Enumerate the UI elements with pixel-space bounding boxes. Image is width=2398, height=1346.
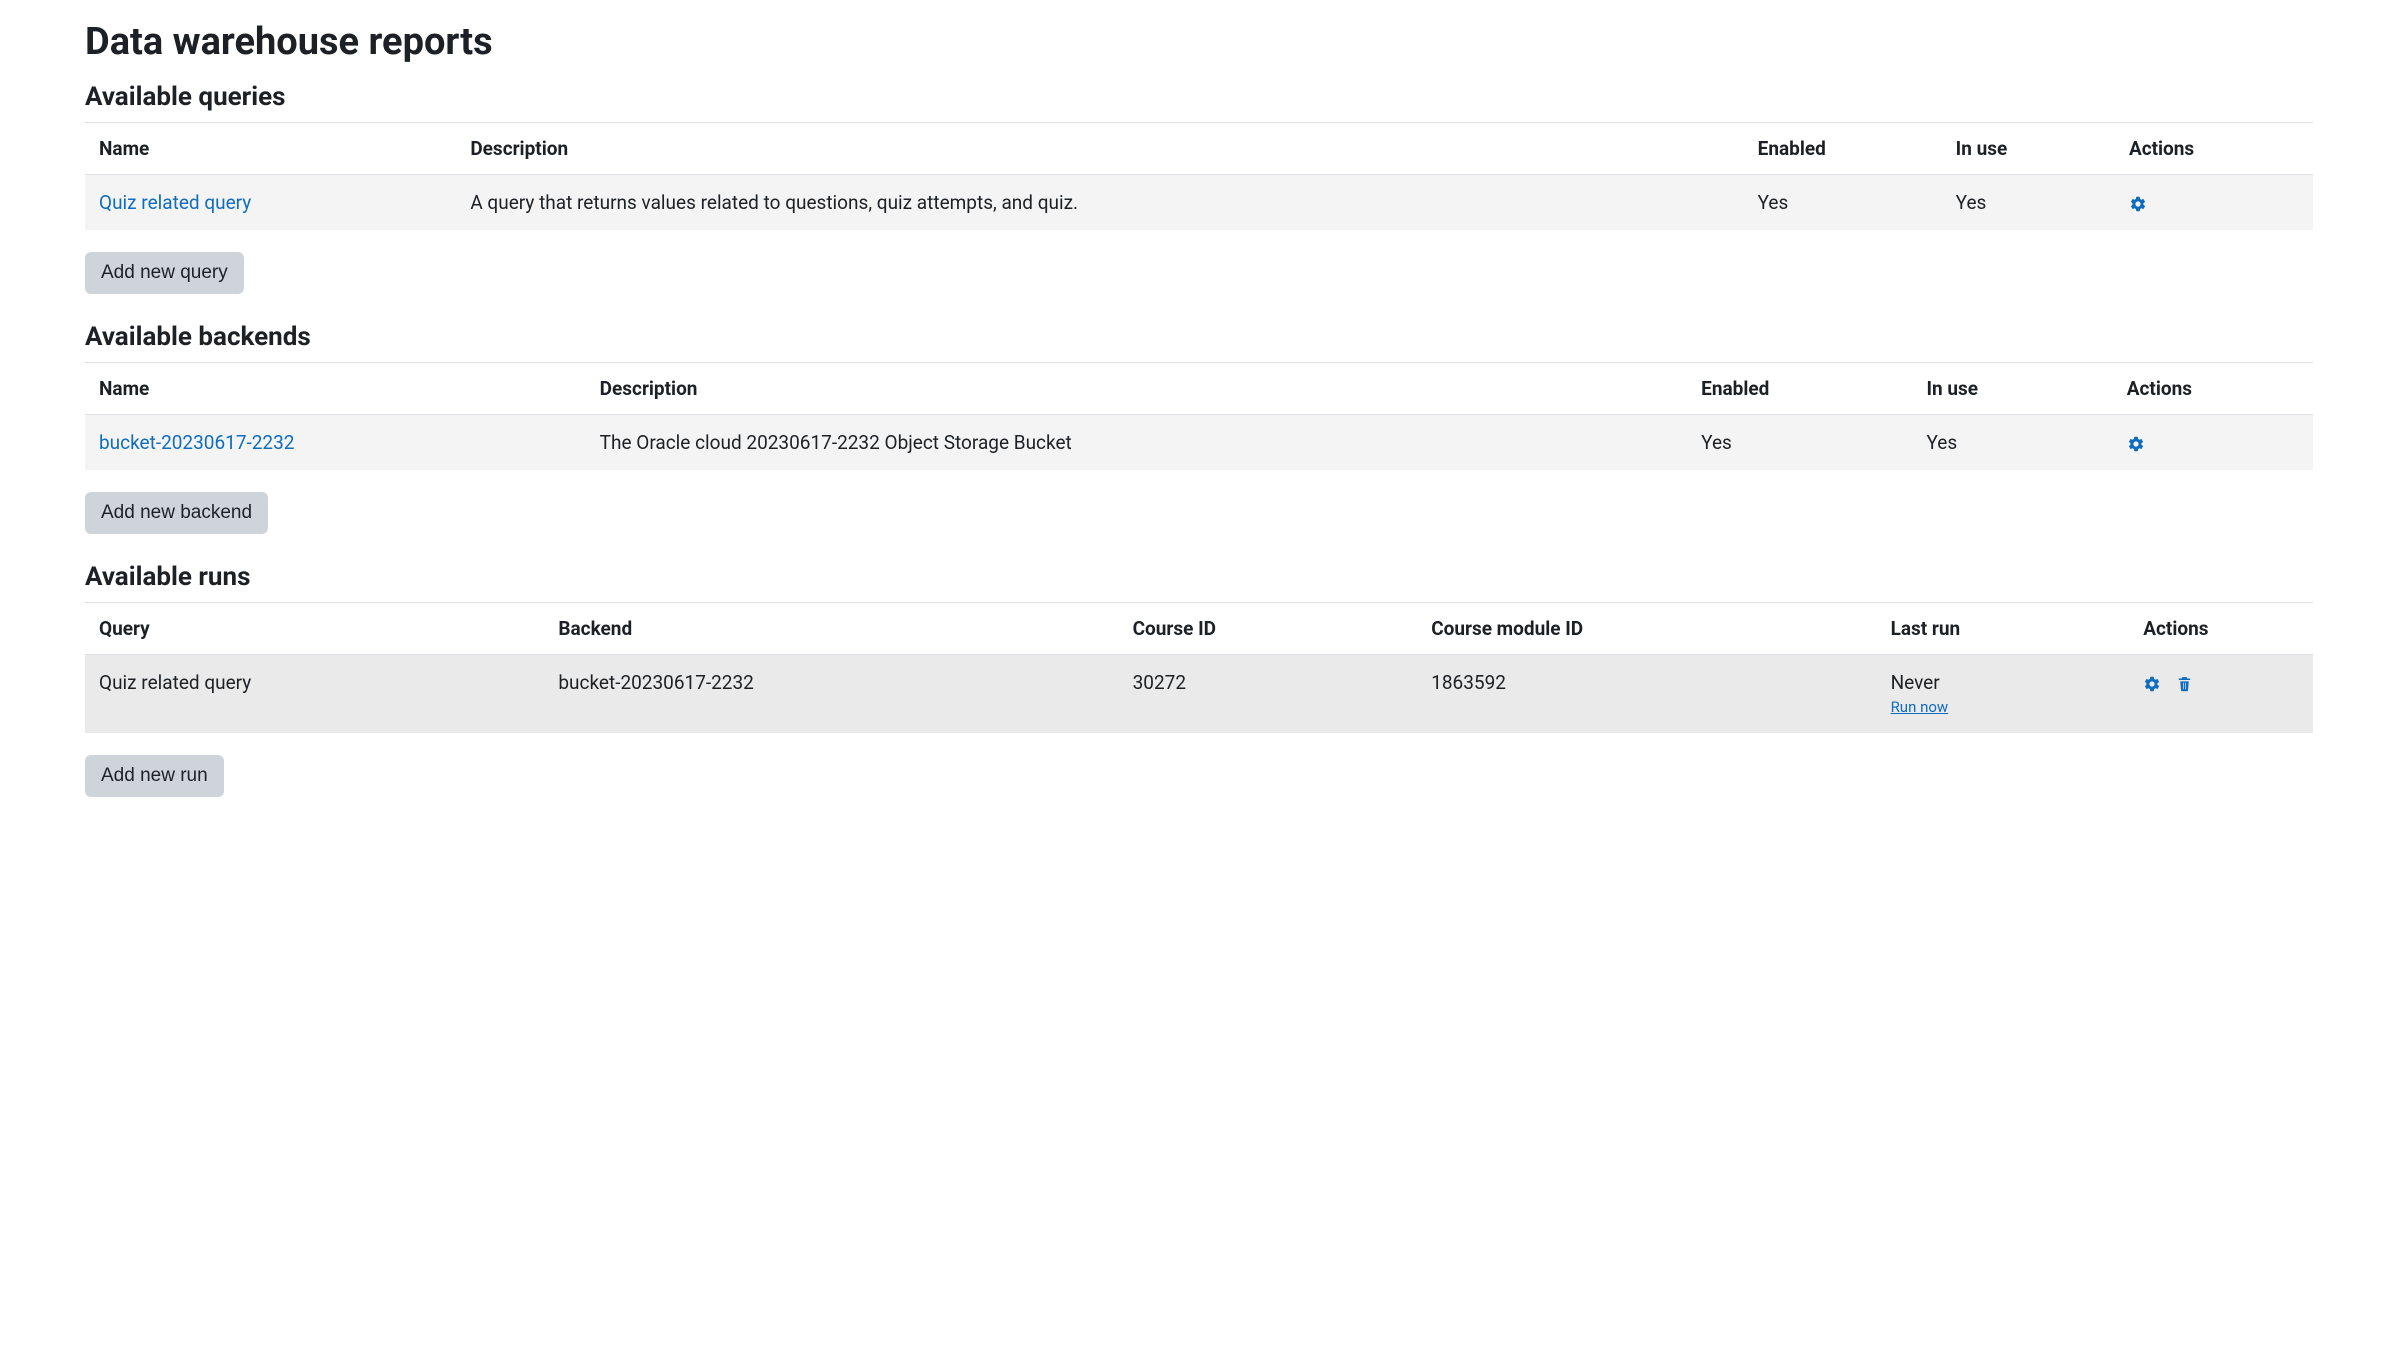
add-query-button[interactable]: Add new query <box>85 252 244 294</box>
backends-col-name: Name <box>85 363 586 415</box>
runs-col-actions: Actions <box>2129 603 2313 655</box>
runs-col-cmid: Course module ID <box>1417 603 1876 655</box>
backend-description: The Oracle cloud 20230617-2232 Object St… <box>586 415 1687 471</box>
add-backend-button[interactable]: Add new backend <box>85 492 268 534</box>
table-row: bucket-20230617-2232 The Oracle cloud 20… <box>85 415 2313 471</box>
gear-icon[interactable] <box>2127 435 2145 453</box>
backends-heading: Available backends <box>85 322 2313 352</box>
queries-heading: Available queries <box>85 82 2313 112</box>
run-courseid: 30272 <box>1119 655 1418 734</box>
add-run-button[interactable]: Add new run <box>85 755 224 797</box>
query-inuse: Yes <box>1942 175 2115 231</box>
runs-col-query: Query <box>85 603 544 655</box>
queries-col-enabled: Enabled <box>1744 123 1942 175</box>
runs-col-lastrun: Last run <box>1877 603 2130 655</box>
queries-col-actions: Actions <box>2115 123 2313 175</box>
queries-col-description: Description <box>456 123 1743 175</box>
run-cmid: 1863592 <box>1417 655 1876 734</box>
backends-table: Name Description Enabled In use Actions … <box>85 362 2313 470</box>
backend-enabled: Yes <box>1687 415 1912 471</box>
backends-col-actions: Actions <box>2113 363 2313 415</box>
backends-col-inuse: In use <box>1912 363 2112 415</box>
table-row: Quiz related query A query that returns … <box>85 175 2313 231</box>
run-backend: bucket-20230617-2232 <box>544 655 1118 734</box>
run-now-link[interactable]: Run now <box>1891 698 1949 716</box>
trash-icon[interactable] <box>2176 675 2193 692</box>
query-description: A query that returns values related to q… <box>456 175 1743 231</box>
backend-inuse: Yes <box>1912 415 2112 471</box>
runs-heading: Available runs <box>85 562 2313 592</box>
queries-col-name: Name <box>85 123 456 175</box>
backends-col-enabled: Enabled <box>1687 363 1912 415</box>
runs-col-courseid: Course ID <box>1119 603 1418 655</box>
queries-col-inuse: In use <box>1942 123 2115 175</box>
query-enabled: Yes <box>1744 175 1942 231</box>
backend-link[interactable]: bucket-20230617-2232 <box>99 431 294 454</box>
run-lastrun: Never <box>1891 671 1940 694</box>
gear-icon[interactable] <box>2129 195 2147 213</box>
queries-table: Name Description Enabled In use Actions … <box>85 122 2313 230</box>
runs-table: Query Backend Course ID Course module ID… <box>85 602 2313 733</box>
page-title: Data warehouse reports <box>85 20 2313 64</box>
run-query: Quiz related query <box>85 655 544 734</box>
table-row: Quiz related query bucket-20230617-2232 … <box>85 655 2313 734</box>
gear-icon[interactable] <box>2143 675 2161 693</box>
runs-col-backend: Backend <box>544 603 1118 655</box>
backends-col-description: Description <box>586 363 1687 415</box>
query-link[interactable]: Quiz related query <box>99 191 251 214</box>
